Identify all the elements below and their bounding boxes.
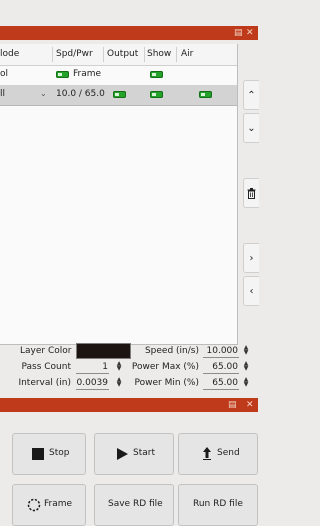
move-down-button[interactable]: ⌄	[243, 113, 259, 143]
header-divider	[144, 47, 145, 62]
output-toggle[interactable]	[56, 71, 69, 78]
send-label: Send	[217, 448, 240, 458]
row-mode: ll	[0, 89, 6, 99]
cut-row-layer[interactable]: ll ⌄ 10.0 / 65.0	[0, 85, 237, 106]
header-show[interactable]: Show	[147, 49, 171, 59]
start-label: Start	[133, 448, 155, 458]
power-max-value[interactable]: 65.00	[203, 362, 238, 372]
close-icon[interactable]: ✕	[246, 399, 254, 411]
pass-count-value[interactable]: 1	[76, 362, 108, 372]
interval-underline	[76, 389, 109, 390]
cut-row-tool[interactable]: ol Frame	[0, 65, 237, 85]
layer-color-label: Layer Color	[20, 346, 72, 356]
save-rd-file-button[interactable]: Save RD file	[94, 484, 174, 526]
stop-label: Stop	[49, 448, 70, 458]
header-divider	[176, 47, 177, 62]
row-mode: ol	[0, 69, 9, 79]
air-toggle[interactable]	[199, 91, 212, 98]
show-toggle[interactable]	[150, 71, 163, 78]
power-max-underline	[203, 373, 239, 374]
show-toggle[interactable]	[150, 91, 163, 98]
run-rd-label: Run RD file	[193, 499, 243, 509]
interval-value[interactable]: 0.0039	[76, 378, 109, 388]
restore-icon[interactable]: ▤	[234, 27, 243, 39]
pass-count-underline	[76, 373, 109, 374]
header-divider	[103, 47, 104, 62]
delete-button[interactable]	[243, 178, 259, 208]
speed-value[interactable]: 10.000	[203, 346, 239, 356]
play-icon	[117, 448, 128, 460]
interval-label: Interval (in)	[18, 378, 71, 388]
chevron-down-icon[interactable]: ⌄	[40, 89, 47, 98]
layer-color-swatch[interactable]	[76, 343, 131, 359]
power-min-label: Power Min (%)	[134, 378, 199, 388]
speed-label: Speed (in/s)	[144, 346, 199, 356]
start-button[interactable]: Start	[94, 433, 174, 475]
chevron-right-icon: ›	[249, 252, 254, 264]
upload-arrow-icon	[203, 447, 211, 460]
run-rd-file-button[interactable]: Run RD file	[178, 484, 258, 526]
frame-label: Frame	[44, 499, 73, 509]
power-min-underline	[203, 389, 239, 390]
cut-list-header: lode Spd/Pwr Output Show Air	[0, 44, 237, 66]
restore-icon[interactable]: ▤	[228, 399, 237, 411]
laser-titlebar: ▤ ✕	[0, 398, 258, 412]
expand-right-button[interactable]: ›	[243, 243, 259, 273]
power-max-stepper[interactable]: ▲ ▼	[243, 361, 249, 372]
stop-button[interactable]: Stop	[12, 433, 86, 475]
chevron-left-icon: ‹	[249, 285, 254, 297]
frame-icon	[27, 498, 41, 512]
power-min-value[interactable]: 65.00	[203, 378, 238, 388]
output-toggle[interactable]	[113, 91, 126, 98]
expand-left-button[interactable]: ‹	[243, 276, 259, 306]
save-rd-label: Save RD file	[108, 499, 163, 509]
row-spd-pwr: 10.0 / 65.0	[56, 89, 105, 99]
cuts-titlebar: ▤ ✕	[0, 26, 258, 40]
chevron-up-icon: ⌃	[247, 89, 256, 101]
trash-icon	[247, 187, 256, 199]
row-spd-pwr: Frame	[73, 69, 102, 79]
header-spd-pwr[interactable]: Spd/Pwr	[56, 49, 93, 59]
speed-underline	[203, 357, 239, 358]
speed-stepper[interactable]: ▲ ▼	[243, 345, 249, 356]
power-min-stepper[interactable]: ▲ ▼	[243, 377, 249, 388]
stop-icon	[32, 448, 44, 460]
header-output[interactable]: Output	[107, 49, 138, 59]
close-icon[interactable]: ✕	[246, 27, 254, 39]
header-divider	[52, 47, 53, 62]
header-air[interactable]: Air	[181, 49, 193, 59]
pass-count-label: Pass Count	[21, 362, 71, 372]
pass-count-stepper[interactable]: ▲ ▼	[116, 361, 122, 372]
interval-stepper[interactable]: ▲ ▼	[116, 377, 122, 388]
chevron-down-icon: ⌄	[247, 122, 256, 134]
send-button[interactable]: Send	[178, 433, 258, 475]
header-mode[interactable]: lode	[0, 49, 19, 59]
frame-button[interactable]: Frame	[12, 484, 86, 526]
power-max-label: Power Max (%)	[131, 362, 199, 372]
move-up-button[interactable]: ⌃	[243, 80, 259, 110]
